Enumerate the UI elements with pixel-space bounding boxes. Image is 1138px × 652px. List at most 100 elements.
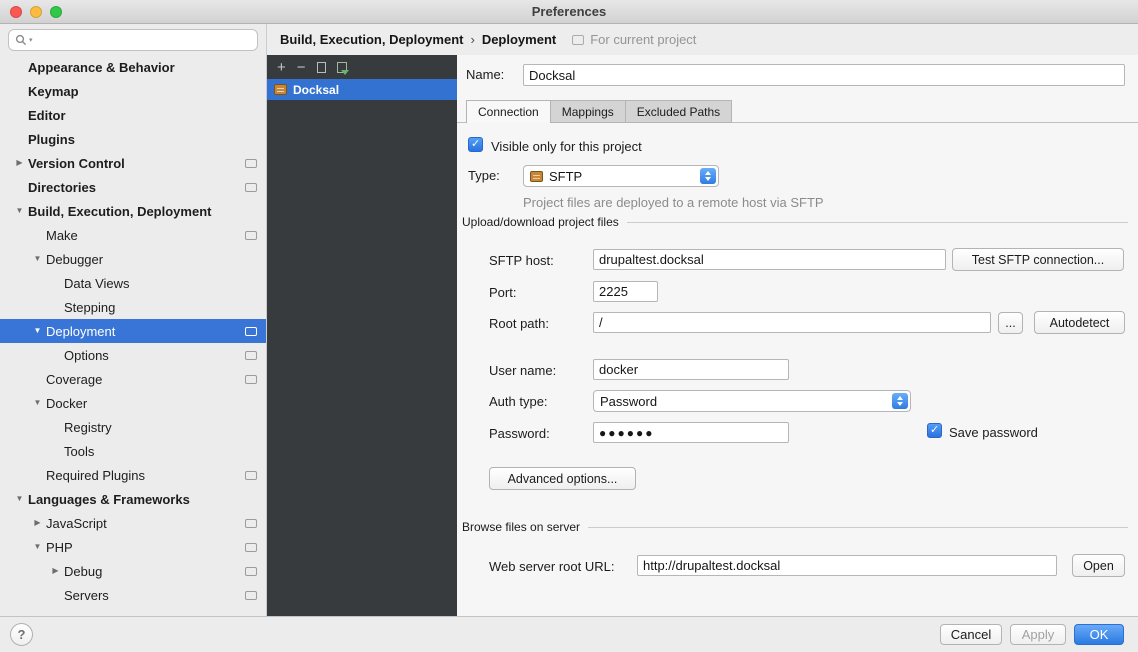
per-project-icon bbox=[245, 183, 257, 192]
sidebar-item-options[interactable]: Options bbox=[0, 343, 266, 367]
user-name-label: User name: bbox=[489, 363, 556, 378]
sidebar-item-data-views[interactable]: Data Views bbox=[0, 271, 266, 295]
sidebar-item-make[interactable]: Make bbox=[0, 223, 266, 247]
per-project-icon bbox=[245, 591, 257, 600]
chevron-right-icon[interactable] bbox=[47, 559, 64, 583]
sidebar-item-docker[interactable]: Docker bbox=[0, 391, 266, 415]
chevron-down-icon[interactable] bbox=[29, 535, 46, 559]
sidebar-item-deployment[interactable]: Deployment bbox=[0, 319, 266, 343]
user-name-input[interactable] bbox=[593, 359, 789, 380]
chevron-right-icon[interactable] bbox=[29, 511, 46, 535]
root-path-label: Root path: bbox=[489, 316, 549, 331]
ok-button[interactable]: OK bbox=[1074, 624, 1124, 645]
sidebar-item-servers[interactable]: Servers bbox=[0, 583, 266, 607]
paste-server-icon[interactable] bbox=[337, 62, 347, 73]
per-project-icon bbox=[245, 231, 257, 240]
sidebar-item-debugger[interactable]: Debugger bbox=[0, 247, 266, 271]
current-project-icon bbox=[572, 35, 584, 45]
save-password-label: Save password bbox=[949, 425, 1038, 440]
server-list-item-docksal[interactable]: Docksal bbox=[267, 79, 457, 100]
sidebar-item-tools[interactable]: Tools bbox=[0, 439, 266, 463]
sidebar-item-registry[interactable]: Registry bbox=[0, 415, 266, 439]
test-sftp-connection-button[interactable]: Test SFTP connection... bbox=[952, 248, 1124, 271]
sidebar-item-directories[interactable]: Directories bbox=[0, 175, 266, 199]
sidebar-item-version-control[interactable]: Version Control bbox=[0, 151, 266, 175]
advanced-options-button[interactable]: Advanced options... bbox=[489, 467, 636, 490]
sidebar-item-plugins[interactable]: Plugins bbox=[0, 127, 266, 151]
settings-sidebar: ▾ Appearance & Behavior Keymap Editor Pl… bbox=[0, 24, 267, 616]
sidebar-item-stepping[interactable]: Stepping bbox=[0, 295, 266, 319]
breadcrumb-section: Build, Execution, Deployment bbox=[280, 32, 463, 47]
copy-server-icon[interactable] bbox=[317, 62, 326, 73]
sidebar-item-editor[interactable]: Editor bbox=[0, 103, 266, 127]
type-dropdown[interactable]: SFTP bbox=[523, 165, 719, 187]
autodetect-button[interactable]: Autodetect bbox=[1034, 311, 1125, 334]
sftp-server-icon bbox=[274, 84, 287, 95]
cancel-button[interactable]: Cancel bbox=[940, 624, 1002, 645]
sidebar-item-keymap[interactable]: Keymap bbox=[0, 79, 266, 103]
web-root-input[interactable] bbox=[637, 555, 1057, 576]
open-button[interactable]: Open bbox=[1072, 554, 1125, 577]
tab-mappings[interactable]: Mappings bbox=[550, 100, 626, 123]
sftp-host-input[interactable] bbox=[593, 249, 946, 270]
type-label: Type: bbox=[468, 168, 500, 183]
zoom-window-icon[interactable] bbox=[50, 6, 62, 18]
type-value: SFTP bbox=[549, 169, 582, 184]
tab-connection[interactable]: Connection bbox=[466, 100, 551, 123]
sidebar-item-appearance-behavior[interactable]: Appearance & Behavior bbox=[0, 55, 266, 79]
add-server-icon[interactable]: + bbox=[277, 60, 286, 75]
server-toolbar: + − bbox=[267, 55, 457, 79]
main-region: ▾ Appearance & Behavior Keymap Editor Pl… bbox=[0, 24, 1138, 616]
chevron-right-icon[interactable] bbox=[11, 151, 28, 175]
remove-server-icon[interactable]: − bbox=[297, 60, 306, 75]
save-password-checkbox[interactable] bbox=[927, 423, 942, 438]
sidebar-item-required-plugins[interactable]: Required Plugins bbox=[0, 463, 266, 487]
per-project-icon bbox=[245, 351, 257, 360]
per-project-icon bbox=[245, 567, 257, 576]
sftp-host-label: SFTP host: bbox=[489, 253, 554, 268]
auth-type-dropdown[interactable]: Password bbox=[593, 390, 911, 412]
chevron-down-icon[interactable] bbox=[11, 199, 28, 223]
breadcrumb-page: Deployment bbox=[482, 32, 556, 47]
chevron-down-icon[interactable] bbox=[11, 487, 28, 511]
current-project-label: For current project bbox=[590, 32, 696, 47]
sidebar-item-javascript[interactable]: JavaScript bbox=[0, 511, 266, 535]
password-input[interactable] bbox=[593, 422, 789, 443]
settings-search[interactable]: ▾ bbox=[8, 29, 258, 51]
help-button[interactable]: ? bbox=[10, 623, 33, 646]
apply-button[interactable]: Apply bbox=[1010, 624, 1066, 645]
upload-section-separator: Upload/download project files bbox=[462, 215, 1128, 229]
root-path-input[interactable] bbox=[593, 312, 991, 333]
per-project-icon bbox=[245, 543, 257, 552]
dropdown-stepper-icon bbox=[892, 393, 908, 409]
search-icon bbox=[15, 34, 27, 46]
sidebar-item-languages-frameworks[interactable]: Languages & Frameworks bbox=[0, 487, 266, 511]
current-project-context: For current project bbox=[572, 32, 696, 47]
web-root-label: Web server root URL: bbox=[489, 559, 614, 574]
deployment-form: Name: Connection Mappings Excluded Paths… bbox=[457, 55, 1138, 616]
sidebar-item-coverage[interactable]: Coverage bbox=[0, 367, 266, 391]
dialog-footer: ? Cancel Apply OK bbox=[0, 616, 1138, 652]
chevron-down-icon[interactable] bbox=[29, 391, 46, 415]
form-tabs: Connection Mappings Excluded Paths bbox=[466, 100, 731, 123]
type-hint: Project files are deployed to a remote h… bbox=[523, 195, 824, 210]
search-input[interactable] bbox=[35, 33, 251, 47]
auth-type-value: Password bbox=[600, 394, 657, 409]
per-project-icon bbox=[245, 327, 257, 336]
chevron-down-icon[interactable] bbox=[29, 319, 46, 343]
name-input[interactable] bbox=[523, 64, 1125, 86]
sidebar-item-build-execution-deployment[interactable]: Build, Execution, Deployment bbox=[0, 199, 266, 223]
minimize-window-icon[interactable] bbox=[30, 6, 42, 18]
auth-type-label: Auth type: bbox=[489, 394, 548, 409]
visible-only-checkbox[interactable] bbox=[468, 137, 483, 152]
browse-root-path-button[interactable]: ... bbox=[998, 312, 1023, 334]
port-input[interactable] bbox=[593, 281, 658, 302]
chevron-down-icon[interactable] bbox=[29, 247, 46, 271]
separator-line bbox=[588, 527, 1128, 528]
sidebar-item-php[interactable]: PHP bbox=[0, 535, 266, 559]
sidebar-item-debug[interactable]: Debug bbox=[0, 559, 266, 583]
tab-excluded-paths[interactable]: Excluded Paths bbox=[625, 100, 732, 123]
preferences-window: Preferences ▾ Appearance & Behavior Keym… bbox=[0, 0, 1138, 652]
close-window-icon[interactable] bbox=[10, 6, 22, 18]
per-project-icon bbox=[245, 471, 257, 480]
